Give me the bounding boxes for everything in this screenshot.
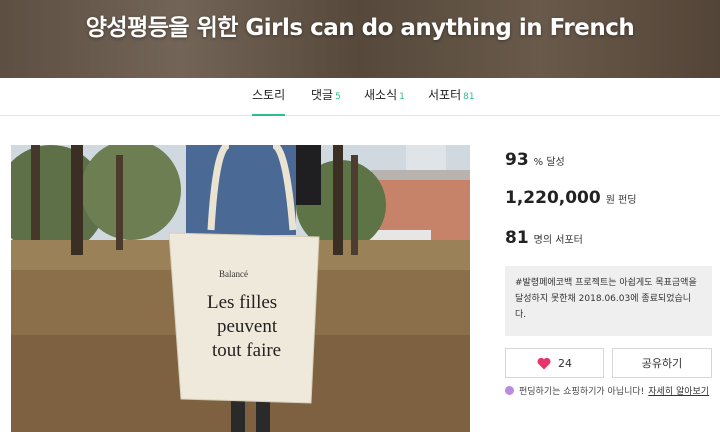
tab-supporters[interactable]: 서포터 81	[428, 78, 475, 116]
tab-comments-label: 댓글	[311, 88, 334, 102]
tab-supporters-label: 서포터	[428, 88, 462, 102]
tab-news-count: 1	[399, 92, 405, 102]
like-count: 24	[558, 356, 572, 370]
stat-percent: 93 % 달성	[505, 150, 565, 170]
footnote-text: 펀딩하기는 쇼핑하기가 아닙니다!	[519, 387, 645, 397]
stat-amount-value: 1,220,000	[505, 188, 601, 208]
stat-percent-value: 93	[505, 150, 529, 170]
project-title: 양성평등을 위한 Girls can do anything in French	[85, 15, 635, 41]
stat-percent-label: % 달성	[533, 157, 565, 168]
project-header-banner: 양성평등을 위한 Girls can do anything in French	[0, 0, 720, 78]
info-dot-icon	[505, 386, 514, 395]
bag-text-line1: Les filles	[207, 292, 277, 313]
project-ended-notice: #발령페에코백 프로젝트는 아쉽게도 목표금액을 달성하지 못한채 2018.0…	[505, 266, 712, 336]
tab-comments[interactable]: 댓글 5	[311, 78, 341, 116]
stat-amount: 1,220,000 원 펀딩	[505, 188, 637, 208]
heart-icon	[537, 357, 551, 369]
funding-footnote: 펀딩하기는 쇼핑하기가 아닙니다! 자세히 알아보기	[505, 384, 709, 397]
tab-news-label: 새소식	[364, 88, 398, 102]
stat-amount-label: 원 펀딩	[605, 195, 637, 206]
stat-supporters-value: 81	[505, 228, 529, 248]
tab-story[interactable]: 스토리	[252, 78, 286, 116]
tab-comments-count: 5	[335, 92, 341, 102]
learn-more-link[interactable]: 자세히 알아보기	[648, 384, 709, 397]
project-tabs: 스토리 댓글 5 새소식 1 서포터 81	[0, 78, 720, 116]
stat-supporters-label: 명의 서포터	[533, 235, 583, 246]
share-button[interactable]: 공유하기	[612, 348, 712, 378]
bag-text-line2: peuvent	[217, 316, 278, 337]
tab-news[interactable]: 새소식 1	[364, 78, 405, 116]
like-button[interactable]: 24	[505, 348, 604, 378]
stat-supporters: 81 명의 서포터	[505, 228, 583, 248]
share-label: 공유하기	[641, 357, 683, 370]
bag-brand-text: Balancé	[219, 269, 248, 279]
tab-supporters-count: 81	[463, 92, 475, 102]
bag-text-line3: tout faire	[212, 340, 281, 361]
tote-bag-photo: Balancé Les filles peuvent tout faire	[11, 145, 470, 432]
tab-story-label: 스토리	[252, 88, 286, 102]
project-main-photo: Balancé Les filles peuvent tout faire	[11, 145, 470, 432]
